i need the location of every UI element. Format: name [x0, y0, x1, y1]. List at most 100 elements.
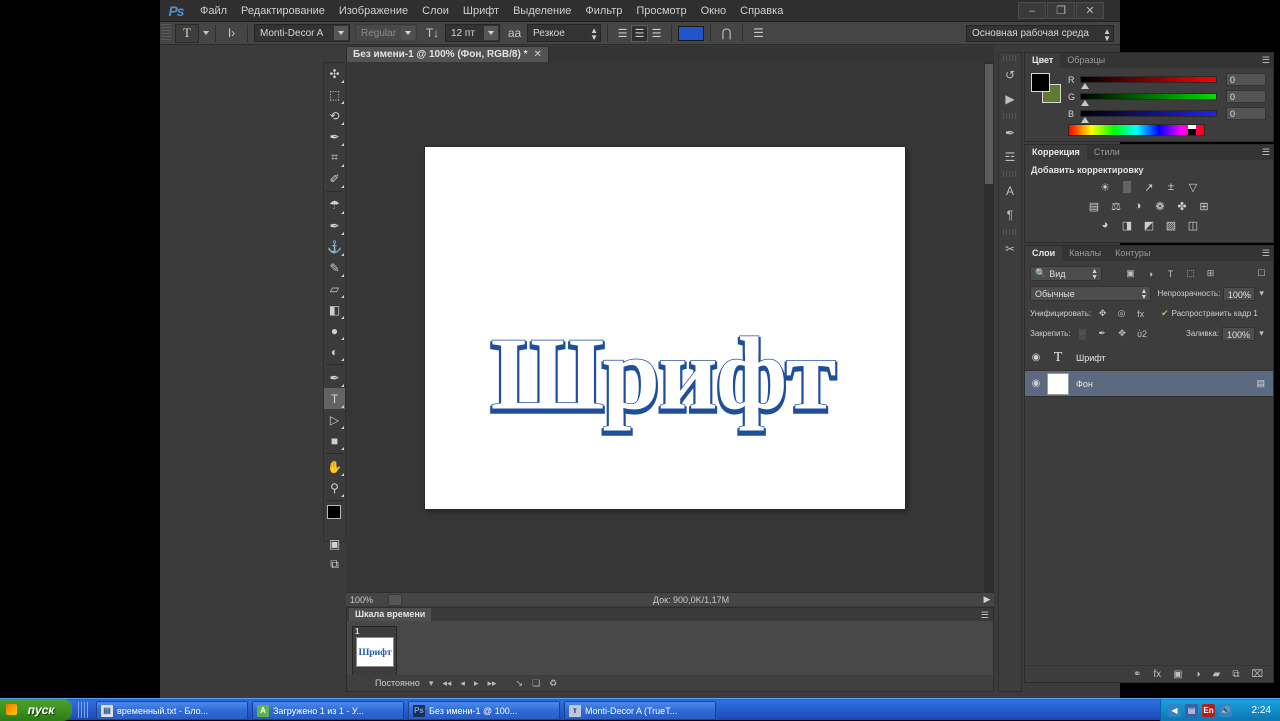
menu-item-8[interactable]: Окно — [694, 0, 734, 22]
menu-item-7[interactable]: Просмотр — [629, 0, 693, 22]
tool-presets-panel-icon[interactable]: ✂ — [999, 237, 1021, 261]
text-color-swatch[interactable] — [678, 25, 704, 41]
filter-type-icon[interactable]: T — [1164, 267, 1177, 280]
dock-grip[interactable] — [1003, 55, 1017, 61]
tool-preset-chevron-icon[interactable] — [203, 31, 209, 35]
unify-icon-2[interactable]: fx — [1134, 307, 1147, 320]
link-layers-icon[interactable]: ⚭ — [1133, 669, 1141, 680]
crop-tool[interactable]: ⌗ — [324, 147, 345, 168]
canvas-workspace[interactable]: Шрифт Шрифт — [346, 62, 994, 592]
lock-icon-1[interactable]: ✒ — [1096, 327, 1109, 340]
color-slider-g[interactable]: G 0 — [1068, 90, 1266, 106]
font-style-select[interactable]: Regular — [355, 24, 417, 42]
status-preview-icon[interactable] — [388, 593, 402, 606]
spinner-icon[interactable]: ▲ ▼ — [1103, 27, 1111, 42]
align-center-button[interactable]: ☰ — [631, 24, 648, 42]
threshold-icon[interactable]: ◩ — [1142, 218, 1157, 232]
color-slider-b[interactable]: B 0 — [1068, 107, 1266, 123]
toggle-panels-icon[interactable]: ☰ — [749, 24, 768, 43]
tab-layers[interactable]: Слои — [1025, 246, 1063, 261]
menu-item-2[interactable]: Изображение — [332, 0, 415, 22]
volume-icon[interactable]: 🔊 — [1219, 703, 1232, 717]
gradient-map-icon[interactable]: ▨ — [1164, 218, 1179, 232]
filter-pixel-icon[interactable]: ▣ — [1124, 267, 1137, 280]
dodge-tool[interactable]: ◐ — [324, 341, 345, 362]
slider-track-b[interactable] — [1080, 110, 1217, 123]
panel-menu-icon[interactable]: ☰ — [1262, 148, 1270, 157]
scrollbar-thumb[interactable] — [985, 64, 993, 184]
document-canvas[interactable]: Шрифт Шрифт — [425, 147, 905, 509]
blend-mode-select[interactable]: Обычные ▲ ▼ — [1030, 286, 1152, 301]
document-tab[interactable]: Без имени-1 @ 100% (Фон, RGB/8) * ✕ — [346, 46, 549, 62]
chevron-down-icon[interactable] — [334, 26, 348, 40]
dock-grip[interactable] — [1003, 229, 1017, 235]
select-previous-frame-button[interactable]: ◂ — [460, 678, 465, 689]
taskbar-button[interactable]: Ps Без имени-1 @ 100... — [408, 701, 560, 720]
clone-stamp-tool[interactable]: ⚓ — [324, 236, 345, 257]
tab-swatches[interactable]: Образцы — [1060, 53, 1112, 68]
tab-timeline[interactable]: Шкала времени — [349, 608, 432, 621]
color-spectrum-ramp[interactable] — [1068, 124, 1205, 136]
spinner-icon[interactable]: ▲ ▼ — [1091, 268, 1098, 281]
quick-launch-grip[interactable] — [78, 702, 88, 718]
language-indicator[interactable]: En — [1202, 703, 1215, 717]
close-button[interactable]: ✕ — [1076, 2, 1104, 19]
filter-toggle-icon[interactable]: ☐ — [1255, 267, 1268, 280]
opacity-value[interactable]: 100% — [1223, 286, 1256, 301]
layer-name[interactable]: Шрифт — [1076, 353, 1106, 363]
menu-item-5[interactable]: Выделение — [506, 0, 578, 22]
slider-track-g[interactable] — [1080, 93, 1217, 106]
taskbar-button[interactable]: A Загружено 1 из 1 - У... — [252, 701, 404, 720]
fill-chevron-icon[interactable]: ▾ — [1255, 327, 1268, 340]
toolbox-color-swatches[interactable] — [324, 503, 347, 533]
font-size-select[interactable]: 12 пт — [445, 24, 500, 42]
align-right-button[interactable]: ☰ — [648, 25, 665, 42]
unify-icon-0[interactable]: ✥ — [1096, 307, 1109, 320]
eyedropper-tool[interactable]: ✐ — [324, 168, 345, 189]
slider-thumb-b[interactable] — [1081, 117, 1089, 123]
toggle-text-orientation-icon[interactable]: I› — [222, 24, 241, 43]
select-next-frame-button[interactable]: ▸▸ — [487, 678, 496, 689]
lock-icon-0[interactable]: ░ — [1076, 327, 1089, 340]
active-tool-indicator[interactable]: T — [175, 23, 199, 43]
layer-thumbnail[interactable] — [1047, 372, 1069, 395]
network-icon[interactable]: ▤ — [1185, 703, 1198, 717]
options-bar-grip[interactable] — [162, 24, 171, 42]
foreground-background-swatches[interactable] — [1031, 73, 1061, 103]
close-icon[interactable]: ✕ — [533, 49, 541, 60]
unify-icon-1[interactable]: ◎ — [1115, 307, 1128, 320]
filter-smart-object-icon[interactable]: ⊞ — [1204, 267, 1217, 280]
clock[interactable]: 2:24 — [1252, 705, 1271, 716]
opacity-chevron-icon[interactable]: ▾ — [1255, 287, 1268, 300]
quick-selection-tool[interactable]: ✒ — [324, 126, 345, 147]
chevron-down-icon[interactable]: ▾ — [429, 678, 434, 689]
workspace-select[interactable]: Основная рабочая среда ▲ ▼ — [966, 24, 1114, 42]
exposure-icon[interactable]: ± — [1164, 180, 1179, 194]
invert-icon[interactable]: ◕ — [1098, 218, 1113, 232]
layer-mask-icon[interactable]: ▣ — [1173, 669, 1182, 680]
brush-panel-icon[interactable]: ✒ — [999, 121, 1021, 145]
history-brush-tool[interactable]: ✎ — [324, 257, 345, 278]
move-tool[interactable]: ✣ — [324, 63, 345, 84]
layer-row[interactable]: ◉ T Шрифт — [1025, 345, 1273, 371]
minimize-button[interactable]: – — [1018, 2, 1046, 19]
levels-icon[interactable]: ▒ — [1120, 180, 1135, 194]
propagate-checkbox[interactable]: ✔ — [1161, 308, 1169, 319]
tween-frames-button[interactable]: ↘ — [516, 678, 524, 689]
fill-value[interactable]: 100% — [1222, 326, 1255, 341]
restore-button[interactable]: ❐ — [1047, 2, 1075, 19]
tab-color[interactable]: Цвет — [1025, 53, 1061, 68]
canvas-vertical-scrollbar[interactable] — [984, 62, 994, 592]
dock-grip[interactable] — [1003, 113, 1017, 119]
color-balance-icon[interactable]: ⚖ — [1109, 199, 1124, 213]
layer-row[interactable]: ◉ Фон ▤ — [1025, 371, 1273, 397]
timeline-frames[interactable]: 1 Шрифт 0 сек. ▾ — [347, 621, 993, 684]
loop-option[interactable]: Постоянно — [375, 678, 420, 688]
black-white-icon[interactable]: ◑ — [1131, 199, 1146, 213]
lock-icon-3[interactable]: ὑ2 — [1136, 327, 1149, 340]
posterize-icon[interactable]: ◨ — [1120, 218, 1135, 232]
photo-filter-icon[interactable]: ❁ — [1153, 199, 1168, 213]
brush-tool[interactable]: ✒ — [324, 215, 345, 236]
layer-name[interactable]: Фон — [1076, 379, 1093, 389]
tab-styles[interactable]: Стили — [1087, 145, 1127, 160]
